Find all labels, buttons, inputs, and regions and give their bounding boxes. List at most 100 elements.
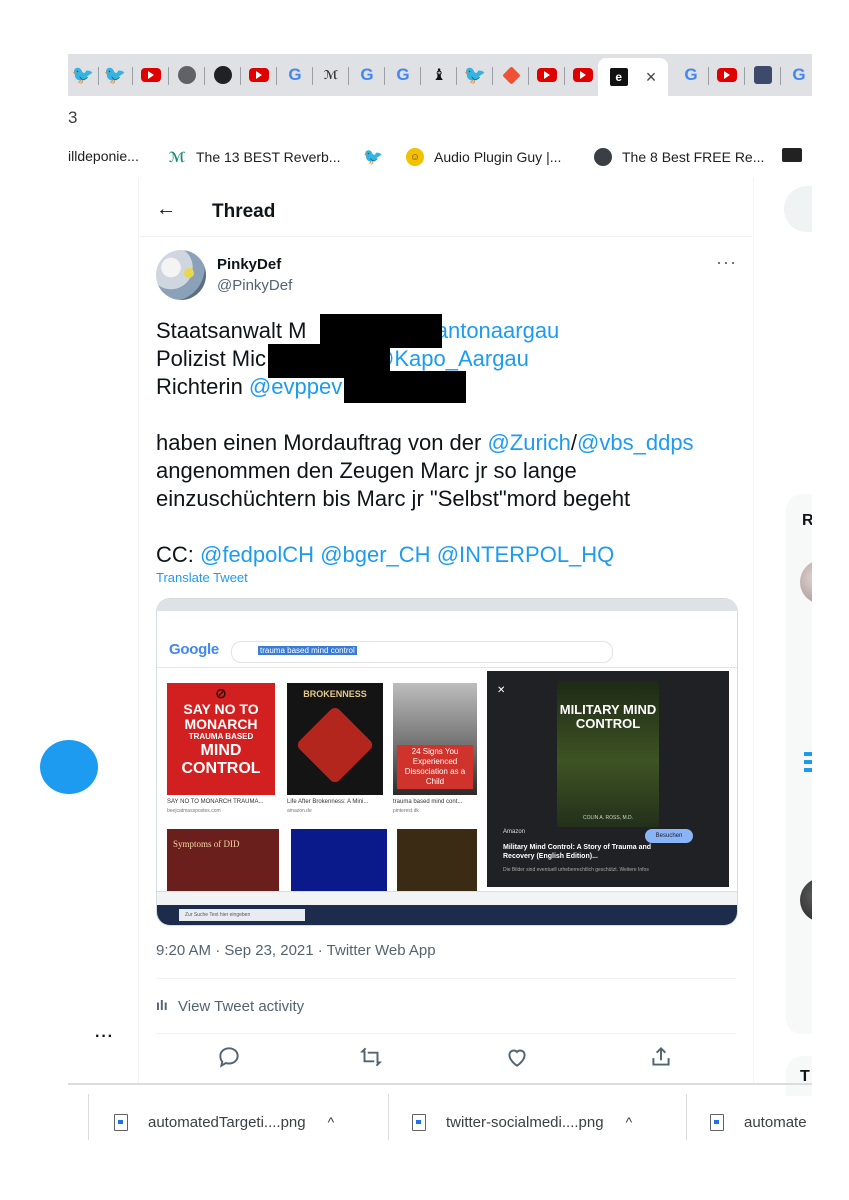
twitter-icon: 🐦 — [463, 64, 487, 85]
tab-twitter[interactable]: 🐦 — [100, 61, 130, 89]
tab-twitter[interactable]: 🐦 — [460, 61, 490, 89]
google-icon: G — [684, 65, 698, 84]
bookmarks-bar: illdeponie... ℳ The 13 BEST Reverb... 🐦 … — [68, 140, 812, 178]
tab-youtube[interactable] — [532, 61, 562, 89]
mention-link[interactable]: @INTERPOL_HQ — [437, 542, 615, 567]
google-icon: G — [288, 65, 302, 84]
more-options-icon[interactable]: ··· — [95, 1028, 114, 1046]
mention-link[interactable]: @Zurich — [487, 430, 570, 455]
download-filename: twitter-socialmedi....png — [446, 1113, 604, 1131]
chevron-up-icon[interactable]: ^ — [626, 1114, 633, 1130]
back-arrow-icon[interactable]: ← — [156, 198, 176, 221]
tweet-text: Staatsanwalt M — [156, 318, 307, 343]
tab-google[interactable]: G — [352, 61, 382, 89]
downloads-bar-border — [68, 1083, 812, 1085]
twitter-icon: 🐦 — [103, 64, 127, 85]
user-handle[interactable]: @PinkyDef — [217, 277, 292, 294]
mascot-icon — [754, 66, 772, 84]
like-heart-icon[interactable] — [504, 1044, 530, 1070]
tab-site[interactable] — [748, 61, 778, 89]
script-m-icon: ℳ — [168, 148, 186, 165]
tweet-text: CC: — [156, 542, 200, 567]
media-downloads-bar — [157, 891, 737, 906]
avatar[interactable] — [156, 250, 206, 300]
download-item[interactable]: automate — [710, 1108, 812, 1136]
mention-link[interactable]: @fedpolCH — [200, 542, 314, 567]
bookmark-item[interactable]: ℳ The 13 BEST Reverb... — [168, 148, 341, 166]
media-search-box: trauma based mind control — [231, 641, 613, 663]
heart-image — [295, 705, 375, 785]
divider — [88, 1094, 89, 1140]
tab-youtube[interactable] — [568, 61, 598, 89]
tab-youtube[interactable] — [244, 61, 274, 89]
download-item[interactable]: automatedTargeti....png ^ — [114, 1108, 334, 1136]
bar-chart-icon: ılı — [156, 997, 168, 1013]
divider — [156, 978, 736, 979]
result-tile — [397, 829, 477, 899]
display-name[interactable]: PinkyDef — [217, 256, 281, 273]
media-search-query: trauma based mind control — [258, 646, 357, 655]
tab-active[interactable]: e × — [598, 58, 668, 96]
mention-link[interactable]: @vbs_ddps — [577, 430, 694, 455]
bookmark-item[interactable] — [782, 148, 812, 162]
media-browser-tabs — [157, 599, 737, 611]
site-icon — [594, 148, 612, 166]
retweet-icon[interactable] — [358, 1044, 384, 1070]
tab-google[interactable]: G — [388, 61, 418, 89]
download-item[interactable]: twitter-socialmedi....png ^ — [412, 1108, 632, 1136]
browser-tab-strip: 🐦 🐦 G ℳ G G ♝ 🐦 e × G G — [68, 54, 812, 96]
share-icon[interactable] — [648, 1044, 674, 1070]
tab-twitter[interactable]: 🐦 — [68, 61, 98, 89]
google-icon: G — [792, 65, 806, 84]
youtube-icon — [573, 68, 593, 82]
bookmark-item[interactable]: The 8 Best FREE Re... — [594, 148, 764, 166]
tab-google[interactable]: G — [784, 61, 812, 89]
result-tile: 24 Signs You Experienced Dissociation as… — [393, 683, 477, 795]
tweet-line: haben einen Mordauftrag von der @Zurich/… — [156, 429, 694, 457]
tweet-timestamp[interactable]: 9:20 AM · Sep 23, 2021 · Twitter Web App — [156, 942, 436, 959]
google-logo: Google — [169, 641, 219, 658]
bookmark-item[interactable]: 🐦 — [363, 148, 392, 166]
mention-link[interactable]: @bger_CH — [320, 542, 430, 567]
result-tile: Symptoms of DID — [167, 829, 279, 899]
tab-youtube[interactable] — [136, 61, 166, 89]
media-bookmarks — [157, 623, 737, 633]
result-tile: ⊘ SAY NO TO MONARCH TRAUMA BASED MIND CO… — [167, 683, 275, 795]
address-text[interactable]: 3 — [68, 108, 77, 128]
media-taskbar: Zur Suche Text hier eingeben — [157, 905, 737, 925]
file-icon — [412, 1113, 426, 1131]
google-icon: G — [396, 65, 410, 84]
mention-link[interactable]: @Kapo_Aargau — [372, 346, 529, 371]
tweet-media-image[interactable]: Google trauma based mind control ⊘ SAY N… — [156, 598, 738, 926]
avatar-detail — [184, 268, 194, 278]
tab-youtube[interactable] — [712, 61, 742, 89]
tab-web[interactable] — [208, 61, 238, 89]
close-tab-icon[interactable]: × — [646, 67, 657, 88]
youtube-icon — [717, 68, 737, 82]
tweet-text: Polizist Mic — [156, 346, 267, 371]
divider — [156, 1033, 736, 1034]
page-margin — [812, 0, 849, 1200]
compose-tweet-button[interactable] — [40, 740, 98, 794]
tab-globe[interactable] — [172, 61, 202, 89]
tab-site[interactable]: ℳ — [316, 61, 346, 89]
address-bar[interactable]: 3 — [68, 96, 812, 140]
chess-piece-icon: ♝ — [431, 67, 447, 84]
more-icon[interactable]: ··· — [716, 252, 737, 273]
e-logo-icon: e — [609, 68, 628, 86]
tab-google[interactable]: G — [676, 61, 706, 89]
image-preview-panel: ✕ MILITARY MIND CONTROL COLIN A. ROSS, M… — [487, 671, 729, 887]
chevron-up-icon[interactable]: ^ — [328, 1114, 335, 1130]
youtube-icon — [537, 68, 557, 82]
download-filename: automatedTargeti....png — [148, 1113, 306, 1131]
bookmark-item[interactable]: illdeponie... — [68, 148, 139, 164]
result-tile: BROKENNESS — [287, 683, 383, 795]
tab-git[interactable] — [496, 61, 526, 89]
tab-chess[interactable]: ♝ — [424, 61, 454, 89]
translate-tweet-link[interactable]: Translate Tweet — [156, 570, 248, 585]
reply-icon[interactable] — [216, 1044, 242, 1070]
view-tweet-activity-link[interactable]: View Tweet activity — [178, 998, 304, 1015]
bookmark-item[interactable]: ☺ Audio Plugin Guy |... — [406, 148, 561, 166]
tab-google[interactable]: G — [280, 61, 310, 89]
page-title: Thread — [212, 201, 276, 222]
